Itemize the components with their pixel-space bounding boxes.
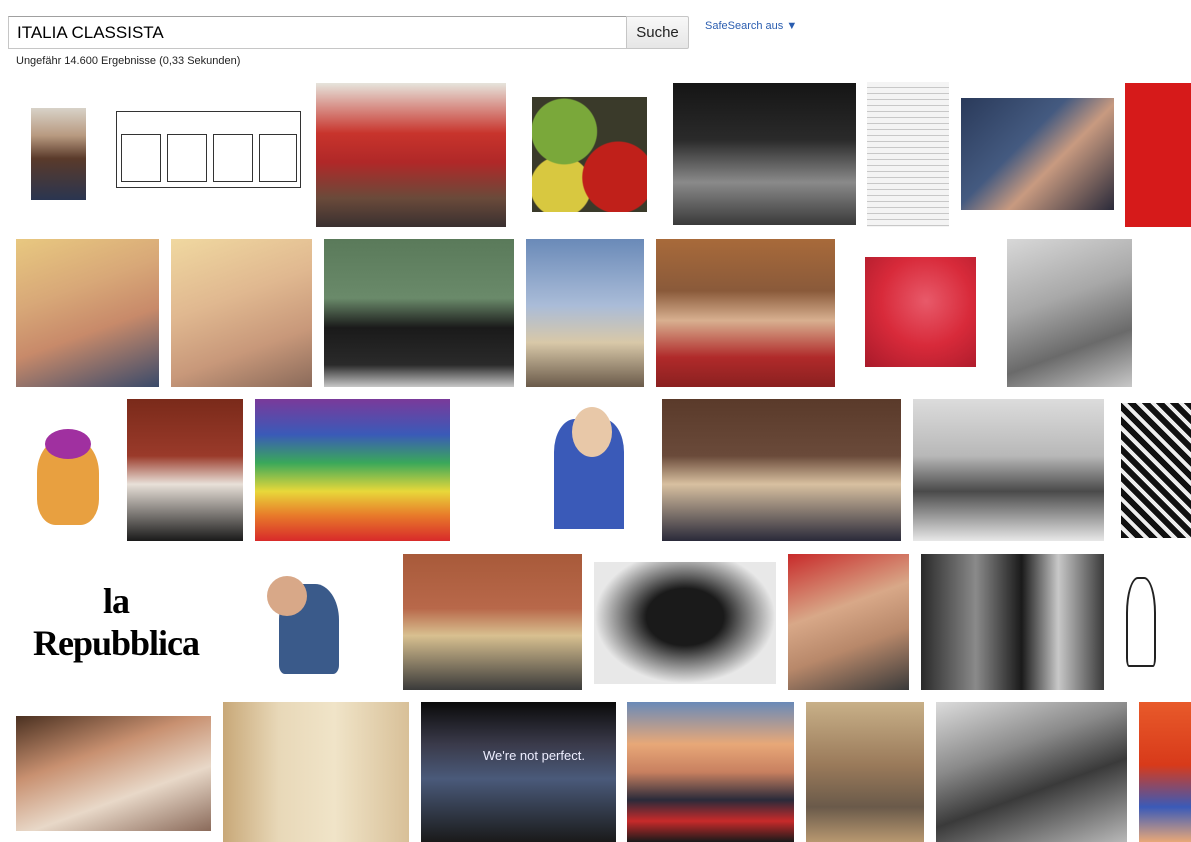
image-result[interactable]: [961, 98, 1114, 210]
image-result[interactable]: [23, 399, 113, 541]
image-result[interactable]: [594, 562, 776, 684]
image-result[interactable]: [867, 82, 949, 227]
image-result[interactable]: [921, 554, 1104, 690]
image-result[interactable]: [255, 399, 450, 541]
image-results-grid: la Repubblica We're not perfect.: [0, 0, 1191, 842]
image-result[interactable]: [116, 111, 301, 188]
image-result[interactable]: [324, 239, 514, 387]
image-result[interactable]: [464, 399, 650, 541]
image-result[interactable]: [865, 257, 976, 367]
image-result[interactable]: [31, 108, 86, 200]
image-result[interactable]: [526, 239, 644, 387]
image-result[interactable]: [127, 399, 243, 541]
image-result[interactable]: [1007, 239, 1132, 387]
image-result[interactable]: [403, 554, 582, 690]
image-result[interactable]: la Repubblica: [16, 554, 216, 690]
image-result[interactable]: [806, 702, 924, 842]
la-repubblica-logo: la Repubblica: [32, 581, 200, 663]
image-result[interactable]: [316, 83, 506, 227]
image-result[interactable]: [171, 239, 312, 387]
image-result[interactable]: [16, 716, 211, 831]
image-result[interactable]: [229, 554, 390, 690]
image-result[interactable]: We're not perfect.: [421, 702, 616, 842]
image-result[interactable]: [1121, 403, 1191, 538]
image-result[interactable]: [1116, 557, 1191, 687]
image-result[interactable]: [532, 97, 647, 212]
image-result[interactable]: [16, 239, 159, 387]
image-result[interactable]: [627, 702, 794, 842]
image-result[interactable]: [662, 399, 901, 541]
slide-text: We're not perfect.: [483, 748, 585, 763]
image-result[interactable]: [1125, 83, 1191, 227]
image-result[interactable]: [913, 399, 1104, 541]
image-result[interactable]: [223, 702, 409, 842]
image-result[interactable]: [936, 702, 1127, 842]
image-result[interactable]: [788, 554, 909, 690]
image-result[interactable]: [1139, 702, 1191, 842]
image-result[interactable]: [673, 83, 856, 225]
image-result[interactable]: [656, 239, 835, 387]
